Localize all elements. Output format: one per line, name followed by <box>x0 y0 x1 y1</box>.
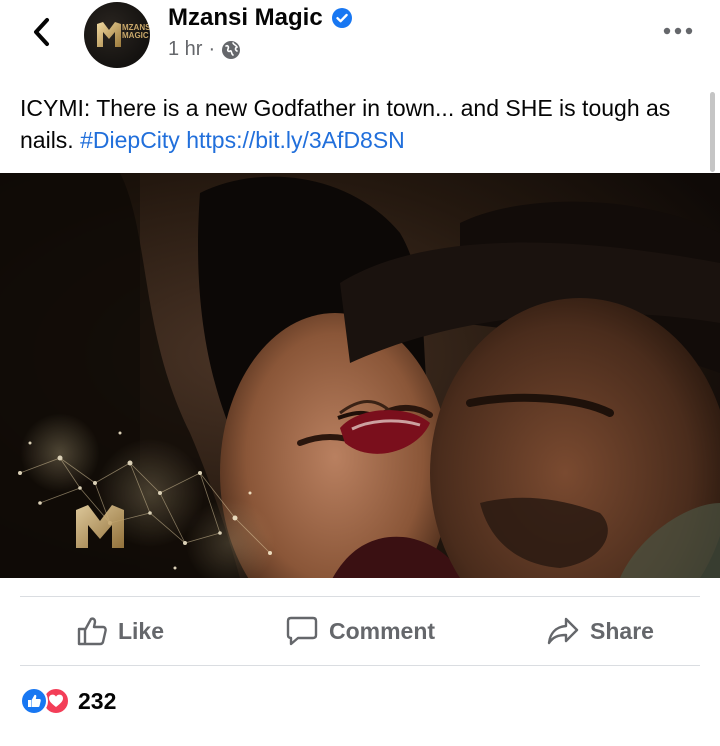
like-reaction-icon <box>20 687 48 715</box>
reactions-summary[interactable]: 232 <box>20 684 116 718</box>
thumbs-up-icon <box>77 617 107 646</box>
video-still-image <box>0 173 720 578</box>
share-button[interactable]: Share <box>480 600 720 662</box>
post-time[interactable]: 1 hr <box>168 38 202 61</box>
post-text: ICYMI: There is a new Godfather in town.… <box>20 92 704 156</box>
page-avatar[interactable]: MZANSI MAGIC <box>84 2 150 68</box>
more-horizontal-icon <box>663 27 693 35</box>
post-actions-bar: Like Comment Share <box>0 600 720 662</box>
hashtag-link[interactable]: #DiepCity <box>80 127 180 153</box>
post-url-link[interactable]: https://bit.ly/3AfD8SN <box>186 127 405 153</box>
more-options-button[interactable] <box>656 16 700 46</box>
post-meta: 1 hr · <box>168 38 241 61</box>
post-header: MZANSI MAGIC Mzansi Magic 1 hr · <box>0 0 720 72</box>
avatar-logo-text: MZANSI MAGIC <box>122 23 150 40</box>
share-button-label[interactable]: Share <box>590 618 654 645</box>
chevron-left-icon <box>34 18 49 46</box>
comment-button-label[interactable]: Comment <box>329 618 435 645</box>
like-button-label[interactable]: Like <box>118 618 164 645</box>
comment-bubble-icon <box>286 616 318 646</box>
verified-badge-icon <box>331 8 352 28</box>
page-name[interactable]: Mzansi Magic <box>168 4 353 32</box>
page-name-text[interactable]: Mzansi Magic <box>168 4 323 32</box>
comment-button[interactable]: Comment <box>240 600 480 662</box>
post-image[interactable] <box>0 173 720 578</box>
like-button[interactable]: Like <box>0 600 240 662</box>
scrollbar[interactable] <box>710 92 715 172</box>
share-arrow-icon <box>547 617 579 645</box>
divider <box>20 596 700 597</box>
reaction-count[interactable]: 232 <box>78 688 116 715</box>
mzansi-magic-logo-icon <box>97 22 121 47</box>
globe-icon <box>222 40 241 59</box>
back-button[interactable] <box>24 14 60 50</box>
meta-separator: · <box>208 38 216 60</box>
divider <box>20 665 700 666</box>
